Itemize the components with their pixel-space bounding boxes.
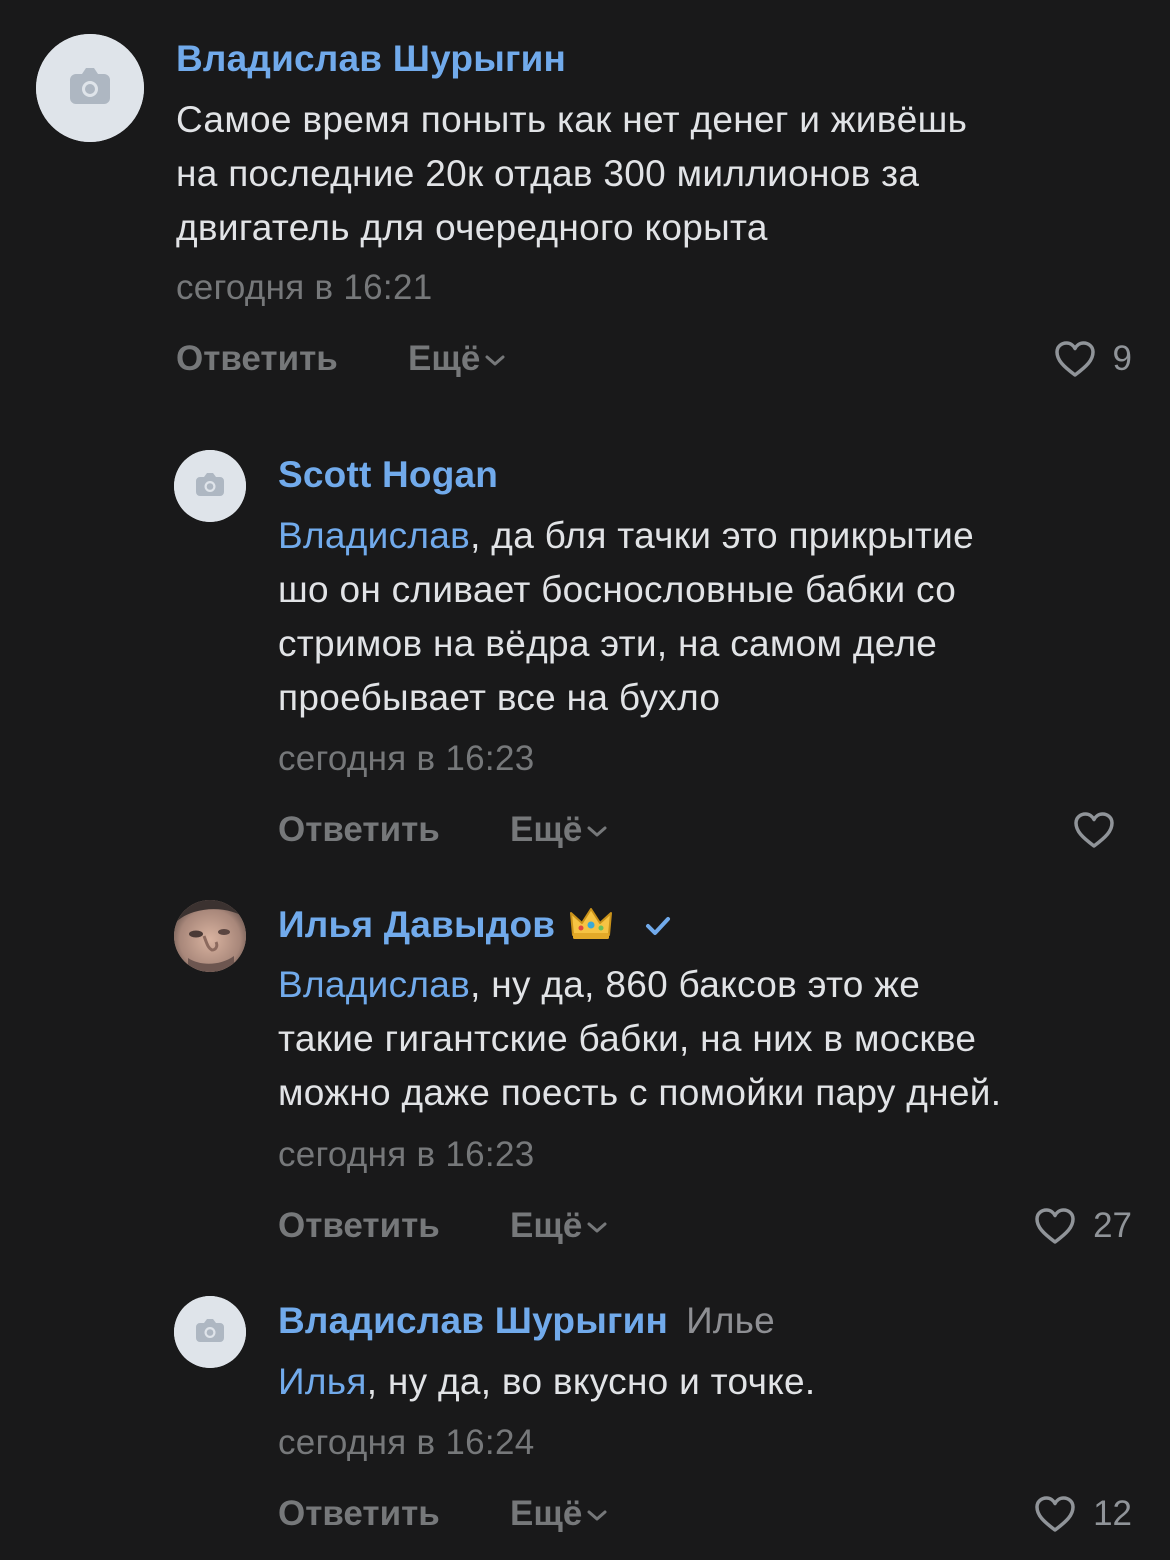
comment-line: можно даже поесть с помойки пару дней. [278,1072,1002,1113]
comment-line: на последние 20к отдав 300 миллионов за [176,153,920,194]
reply-button[interactable]: Ответить [176,337,338,381]
timestamp[interactable]: сегодня в 16:23 [278,739,535,779]
more-button[interactable]: Ещё [510,1492,608,1536]
reply-button[interactable]: Ответить [278,808,440,852]
verified-check-icon [646,917,671,935]
heart-icon [1074,812,1114,848]
avatar[interactable] [36,34,144,142]
more-label: Ещё [408,339,481,378]
more-label: Ещё [510,810,583,849]
heart-icon [1054,341,1095,377]
like-button[interactable]: 9 [1053,337,1132,381]
camera-icon [174,450,246,522]
camera-icon [36,34,144,142]
reply-button[interactable]: Ответить [278,1204,440,1248]
comment-text: Владислав, да бля тачки это прикрытие шо… [278,509,974,725]
chevron-down-icon [587,826,607,837]
comment-line: стримов на вёдра эти, на самом деле [278,623,938,664]
comment-line: шо он сливает боснословные бабки со [278,569,957,610]
reply-button[interactable]: Ответить [278,1492,440,1536]
like-count: 9 [1112,339,1132,378]
more-label: Ещё [510,1494,583,1533]
like-button[interactable]: 27 [1033,1204,1132,1248]
user-photo [174,900,246,972]
avatar[interactable] [174,900,246,972]
comment-line: Владислав, да бля тачки это прикрытие [278,515,974,556]
timestamp[interactable]: сегодня в 16:23 [278,1135,535,1175]
more-button[interactable]: Ещё [510,1204,608,1248]
more-button[interactable]: Ещё [408,337,506,381]
camera-icon [174,1296,246,1368]
comment-line: Владислав, ну да, 860 баксов это же [278,964,921,1005]
timestamp[interactable]: сегодня в 16:24 [278,1423,535,1463]
like-count: 12 [1093,1494,1132,1533]
mention-link[interactable]: Владислав [278,964,470,1005]
heart-icon [1035,1496,1075,1532]
timestamp[interactable]: сегодня в 16:21 [176,268,433,308]
comment-line: такие гигантские бабки, на них в москве [278,1018,977,1059]
crown-icon [570,908,613,939]
comment-actions: Ответить Ещё 9 [176,337,1132,381]
chevron-down-icon [485,355,505,366]
comment-line: проебывает все на бухло [278,677,721,718]
chevron-down-icon [587,1510,607,1521]
comment-line: Илья, ну да, во вкусно и точке. [278,1361,816,1402]
avatar[interactable] [174,450,246,522]
chevron-down-icon [587,1222,607,1233]
mention-link[interactable]: Владислав [278,515,470,556]
like-button[interactable] [1072,808,1132,852]
mention-link[interactable]: Илья [278,1361,367,1402]
like-count: 27 [1093,1206,1132,1245]
author-name[interactable]: Владислав Шурыгин Илье [278,1300,775,1342]
comment-text: Самое время поныть как нет денег и живёш… [176,93,967,255]
heart-icon [1035,1208,1075,1244]
author-name[interactable]: Scott Hogan [278,454,498,496]
author-name[interactable]: Илья Давыдов [278,904,675,946]
comment-actions: Ответить Ещё 12 [278,1492,1132,1536]
comment-line: Самое время поныть как нет денег и живёш… [176,99,968,140]
author-name[interactable]: Владислав Шурыгин [176,38,566,80]
reply-to-label[interactable]: Илье [686,1300,775,1341]
more-button[interactable]: Ещё [510,808,608,852]
like-button[interactable]: 12 [1033,1492,1132,1536]
comment-text: Илья, ну да, во вкусно и точке. [278,1355,816,1409]
comment-actions: Ответить Ещё 27 [278,1204,1132,1248]
more-label: Ещё [510,1206,583,1245]
comment-actions: Ответить Ещё [278,808,1132,852]
comment-line: двигатель для очередного корыта [176,207,768,248]
comment-text: Владислав, ну да, 860 баксов это же таки… [278,958,1001,1120]
avatar[interactable] [174,1296,246,1368]
